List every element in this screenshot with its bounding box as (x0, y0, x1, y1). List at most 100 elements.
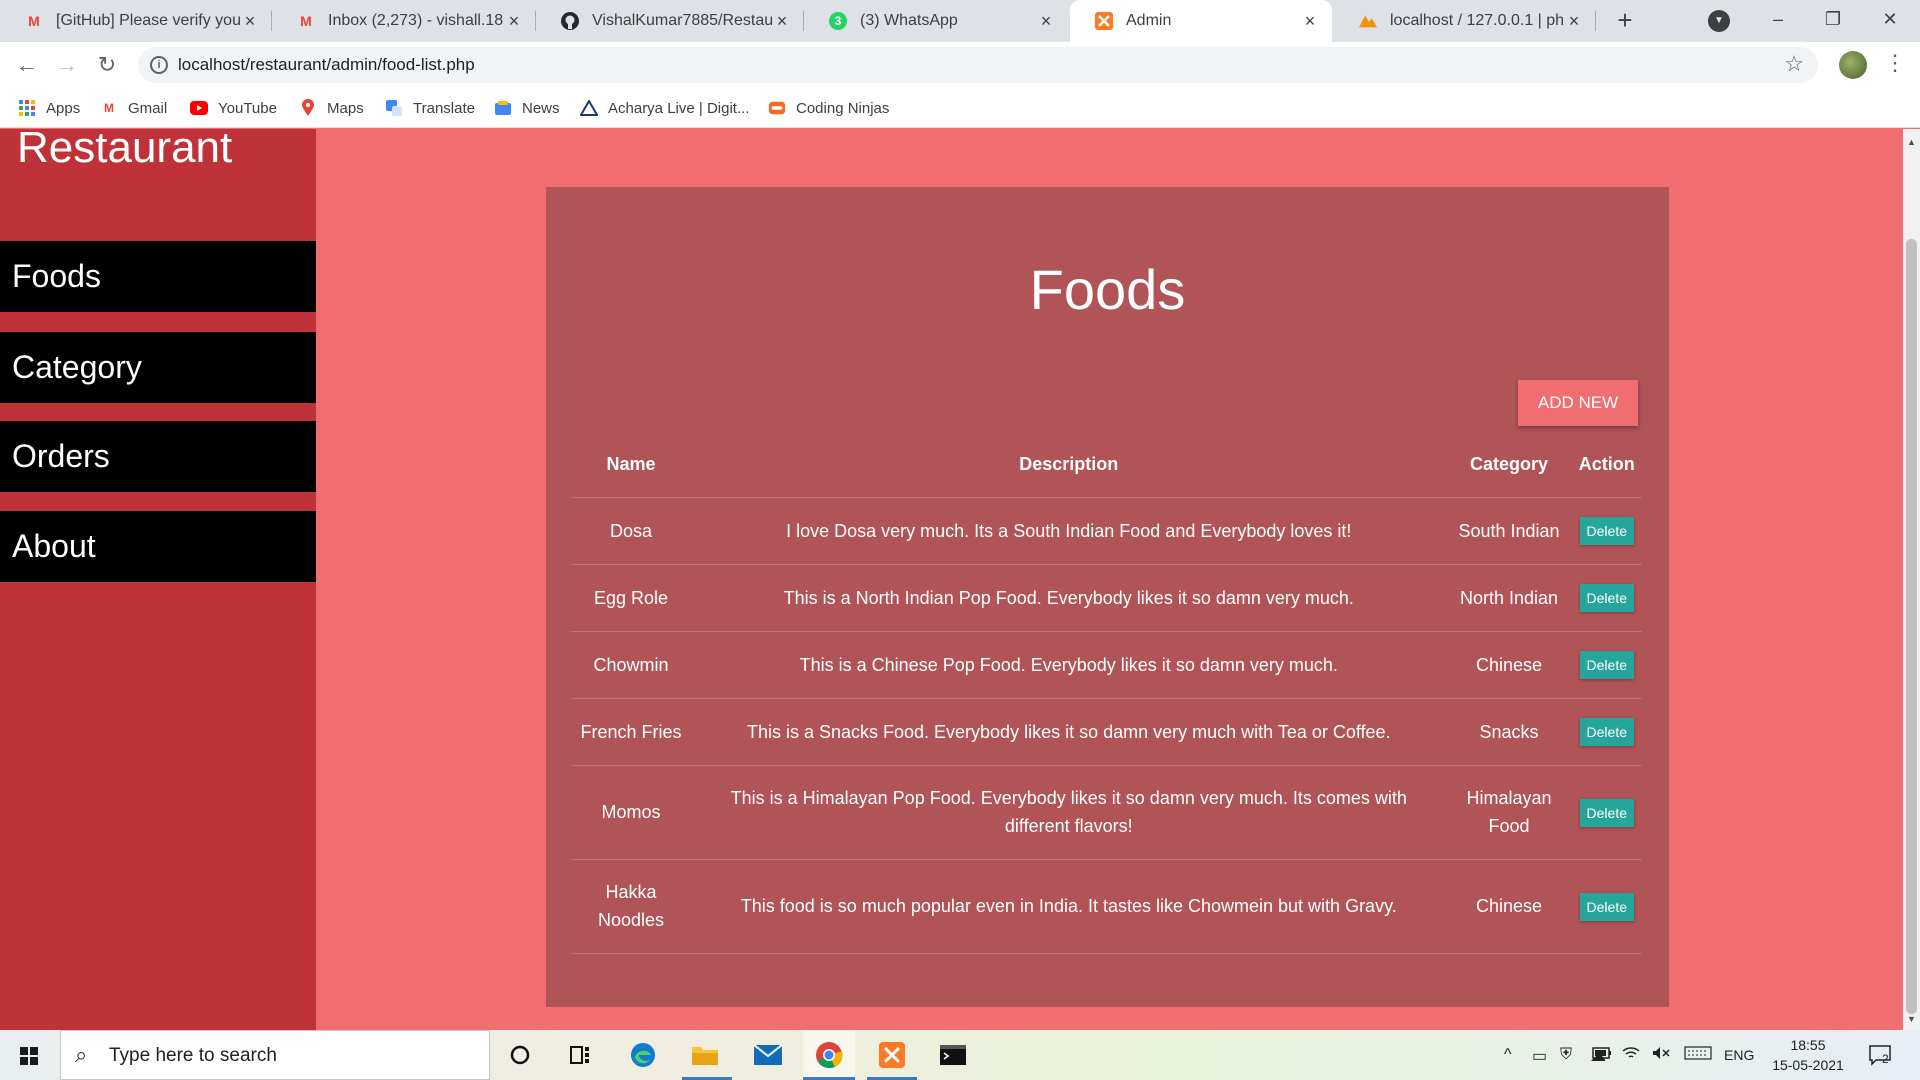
food-description: This is a Chinese Pop Food. Everybody li… (691, 631, 1447, 699)
phpmyadmin-icon (1358, 11, 1378, 31)
bookmark-label: Translate (413, 99, 475, 117)
language-indicator[interactable]: ENG (1724, 1047, 1754, 1063)
sidebar-item-orders[interactable]: Orders (0, 421, 316, 492)
tab-github-verify[interactable]: M [GitHub] Please verify your d × (0, 0, 272, 42)
volume-muted-icon[interactable] (1652, 1046, 1670, 1065)
wifi-icon[interactable] (1622, 1046, 1640, 1065)
food-description: This food is so much popular even in Ind… (691, 859, 1447, 954)
delete-button[interactable]: Delete (1579, 892, 1634, 921)
bookmark-youtube[interactable]: YouTube (190, 96, 277, 120)
defender-icon[interactable]: ⛨ (1560, 1046, 1572, 1064)
scroll-up-icon[interactable]: ▲ (1907, 137, 1916, 147)
system-clock[interactable]: 18:55 15-05-2021 (1764, 1035, 1852, 1075)
bookmark-acharya[interactable]: Acharya Live | Digit... (580, 96, 749, 120)
tab-title: Inbox (2,273) - vishall.18.bec (328, 12, 504, 29)
taskbar-search[interactable]: ⌕ Type here to search (60, 1030, 490, 1080)
bookmarks-bar: Apps M Gmail YouTube Maps Translate News… (0, 88, 1920, 128)
task-view-icon[interactable] (564, 1040, 596, 1070)
bookmark-apps[interactable]: Apps (18, 96, 80, 120)
table-row: Momos This is a Himalayan Pop Food. Ever… (571, 765, 1642, 860)
back-icon[interactable]: ← (12, 50, 42, 80)
xampp-icon (1094, 11, 1114, 31)
tab-whatsapp[interactable]: 3 (3) WhatsApp × (804, 0, 1068, 42)
close-icon[interactable]: × (1300, 11, 1320, 32)
delete-button[interactable]: Delete (1579, 517, 1634, 545)
profile-avatar[interactable] (1839, 51, 1867, 79)
close-icon[interactable]: × (1564, 11, 1584, 32)
cortana-icon[interactable] (504, 1040, 536, 1070)
sidebar-item-about[interactable]: About (0, 511, 316, 582)
delete-button[interactable]: Delete (1579, 651, 1634, 679)
bookmark-news[interactable]: News (494, 96, 560, 120)
tab-admin[interactable]: Admin × (1070, 0, 1332, 42)
sidebar-item-label: About (12, 528, 96, 564)
table-row: French Fries This is a Snacks Food. Ever… (571, 698, 1642, 766)
tab-github-repo[interactable]: VishalKumar7885/Restauran × (536, 0, 804, 42)
food-description: This is a Himalayan Pop Food. Everybody … (691, 765, 1447, 860)
delete-button[interactable]: Delete (1579, 584, 1634, 612)
page-scrollbar[interactable]: ▲ ▼ (1903, 129, 1920, 1030)
battery-status-icon[interactable] (1592, 1046, 1612, 1064)
sidebar-item-category[interactable]: Category (0, 332, 316, 403)
info-icon[interactable]: i (150, 56, 168, 74)
sidebar: Restaurant Foods Category Orders About (0, 129, 316, 1030)
delete-button[interactable]: Delete (1579, 798, 1634, 827)
gmail-icon: M (104, 101, 114, 115)
tab-search-icon[interactable]: ▼ (1708, 10, 1730, 32)
url-text[interactable]: localhost/restaurant/admin/food-list.php (178, 55, 475, 75)
column-header-description: Description (691, 432, 1447, 498)
notification-count: 2 (1882, 1052, 1889, 1066)
keyboard-icon[interactable] (1684, 1046, 1712, 1065)
close-icon[interactable]: × (504, 11, 524, 32)
github-icon (560, 11, 580, 31)
meet-now-icon[interactable]: ▭ (1532, 1046, 1547, 1066)
xampp-taskbar-icon[interactable] (876, 1040, 908, 1070)
reload-icon[interactable]: ↻ (92, 50, 122, 80)
new-tab-button[interactable]: + (1612, 7, 1638, 34)
tray-chevron-icon[interactable]: ^ (1504, 1046, 1512, 1064)
table-row: Egg Role This is a North Indian Pop Food… (571, 564, 1642, 632)
food-name: Hakka Noodles (571, 859, 691, 954)
windows-start-icon[interactable] (20, 1047, 38, 1065)
bookmark-coding-ninjas[interactable]: Coding Ninjas (768, 96, 889, 120)
chrome-icon[interactable] (803, 1031, 855, 1079)
window-close-icon[interactable]: ✕ (1870, 4, 1910, 34)
address-bar[interactable]: i localhost/restaurant/admin/food-list.p… (138, 47, 1818, 83)
bookmark-maps[interactable]: Maps (299, 96, 364, 120)
minimize-icon[interactable]: – (1758, 4, 1798, 34)
file-explorer-icon[interactable] (689, 1040, 721, 1070)
bookmark-gmail[interactable]: M Gmail (100, 96, 167, 120)
gmail-icon: M (28, 13, 40, 29)
notification-center-icon[interactable]: 2 (1868, 1044, 1892, 1072)
delete-button[interactable]: Delete (1579, 718, 1634, 746)
sidebar-item-foods[interactable]: Foods (0, 241, 316, 312)
translate-icon (385, 99, 403, 117)
tab-title: [GitHub] Please verify your d (56, 12, 240, 29)
sidebar-item-label: Foods (12, 258, 101, 294)
scroll-down-icon[interactable]: ▼ (1907, 1014, 1916, 1024)
food-name: Chowmin (571, 631, 691, 699)
mail-icon[interactable] (752, 1040, 784, 1070)
edge-icon[interactable] (627, 1040, 659, 1070)
brand-title: Restaurant (17, 129, 233, 172)
action-cell: Delete (1571, 564, 1642, 632)
restore-icon[interactable]: ❐ (1813, 4, 1853, 34)
tab-inbox[interactable]: M Inbox (2,273) - vishall.18.bec × (272, 0, 536, 42)
menu-dots-icon[interactable]: ⋮ (1884, 50, 1906, 76)
tab-phpmyadmin[interactable]: localhost / 127.0.0.1 | phpM × (1334, 0, 1596, 42)
close-icon[interactable]: × (240, 11, 260, 32)
food-name: Momos (571, 765, 691, 860)
food-name: Dosa (571, 497, 691, 565)
bookmark-star-icon[interactable]: ☆ (1784, 51, 1804, 77)
forward-icon[interactable]: → (52, 50, 82, 80)
action-cell: Delete (1571, 859, 1642, 954)
close-icon[interactable]: × (772, 11, 792, 32)
add-new-button[interactable]: ADD NEW (1518, 380, 1638, 426)
bookmark-translate[interactable]: Translate (385, 96, 475, 120)
close-icon[interactable]: × (1036, 11, 1056, 32)
tab-title: VishalKumar7885/Restauran (592, 12, 772, 29)
scrollbar-thumb[interactable] (1906, 239, 1917, 1014)
page-title: Foods (1029, 258, 1186, 321)
foods-table: Name Description Category Action Dosa I … (571, 432, 1642, 954)
terminal-icon[interactable] (937, 1040, 969, 1070)
